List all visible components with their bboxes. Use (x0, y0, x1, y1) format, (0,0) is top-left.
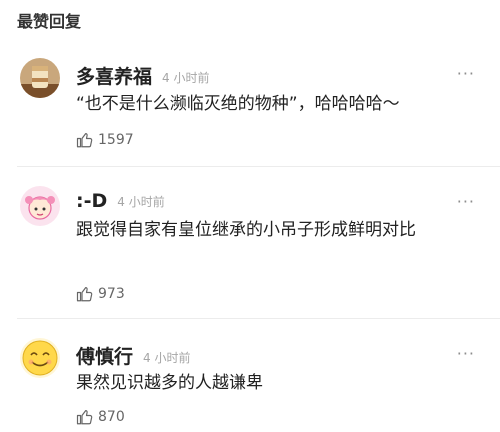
smiley-face-avatar-icon (20, 338, 60, 378)
thumbs-up-icon (76, 287, 93, 302)
avatar[interactable] (20, 58, 60, 98)
like-count: 973 (98, 286, 125, 302)
timestamp: 4 小时前 (162, 71, 210, 85)
username[interactable]: 傅慎行 (76, 346, 133, 368)
avatar[interactable] (20, 338, 60, 378)
username[interactable]: 多喜养福 (76, 66, 152, 88)
section-title: 最赞回复 (17, 12, 82, 31)
divider (17, 318, 500, 319)
like-button[interactable]: 1597 (76, 131, 134, 149)
comment-text: “也不是什么濒临灭绝的物种”，哈哈哈哈～ (76, 94, 400, 114)
divider (17, 166, 500, 167)
thumbs-up-icon (76, 133, 93, 148)
thumbs-up-icon (76, 410, 93, 425)
like-button[interactable]: 870 (76, 408, 125, 426)
timestamp: 4 小时前 (143, 351, 191, 365)
cartoon-girl-avatar-icon (20, 186, 60, 226)
like-button[interactable]: 973 (76, 285, 125, 303)
timestamp: 4 小时前 (117, 195, 165, 209)
more-options-icon[interactable]: ··· (457, 64, 475, 83)
like-count: 870 (98, 409, 125, 425)
like-count: 1597 (98, 132, 134, 148)
comment-text: 果然见识越多的人越谦卑 (76, 373, 263, 393)
username[interactable]: :-D (76, 190, 107, 212)
comment-text: 跟觉得自家有皇位继承的小吊子形成鲜明对比 (76, 220, 416, 240)
cake-photo-avatar-icon (20, 58, 60, 98)
avatar[interactable] (20, 186, 60, 226)
more-options-icon[interactable]: ··· (457, 344, 475, 363)
more-options-icon[interactable]: ··· (457, 192, 475, 211)
